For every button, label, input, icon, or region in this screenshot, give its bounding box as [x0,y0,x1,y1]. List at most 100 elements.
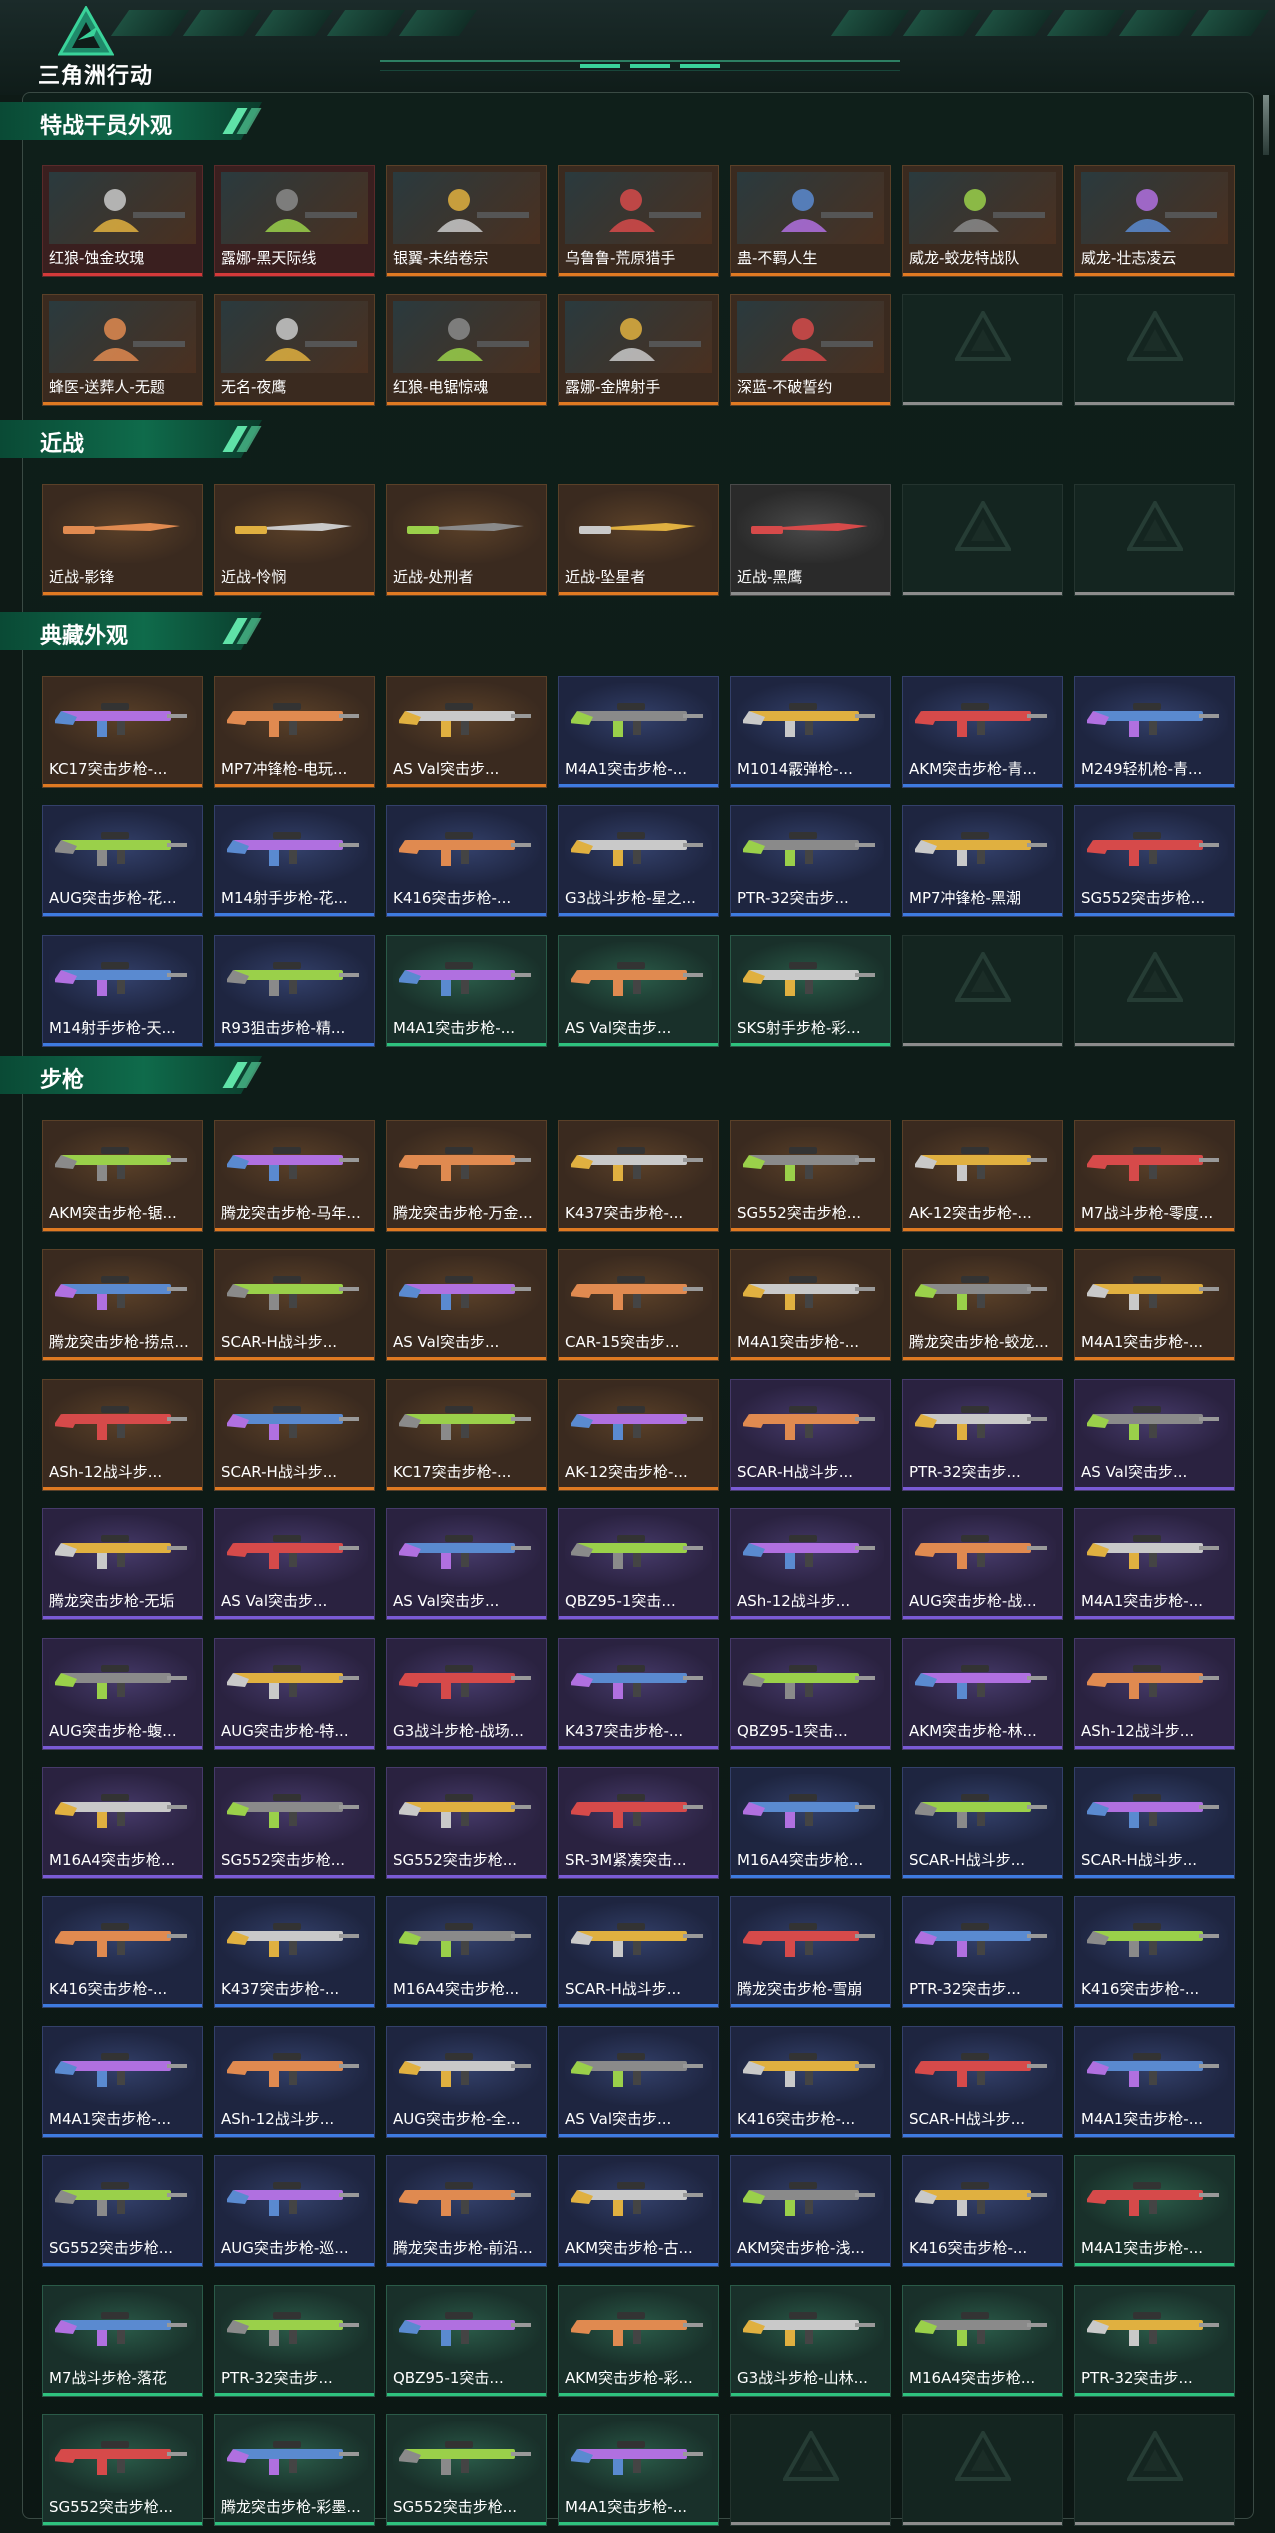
weapon-skin-card[interactable]: M14射手步枪-花... [214,805,375,918]
operator-skin-card[interactable]: 红狼-电锯惊魂 [386,294,547,407]
weapon-skin-card[interactable]: AS Val突击步... [1074,1378,1235,1491]
weapon-skin-card[interactable]: ASh-12战斗步... [1074,1637,1235,1750]
weapon-skin-card[interactable]: QBZ95-1突击... [558,1508,719,1621]
weapon-skin-card[interactable]: AKM突击步枪-锯... [42,1120,203,1232]
weapon-skin-card[interactable]: SG552突击步枪... [1074,805,1235,918]
weapon-skin-card[interactable]: AUG突击步枪-战... [902,1508,1063,1621]
operator-skin-card[interactable]: 红狼-蚀金玫瑰 [42,165,203,277]
weapon-skin-card[interactable]: M16A4突击步枪... [42,1766,203,1879]
scrollbar-thumb[interactable] [1263,95,1269,155]
weapon-skin-card[interactable]: M14射手步枪-天... [42,934,203,1047]
weapon-skin-card[interactable]: AUG突击步枪-巡... [214,2155,375,2268]
weapon-skin-card[interactable]: M4A1突击步枪-... [558,2413,719,2526]
weapon-skin-card[interactable]: PTR-32突击步... [1074,2284,1235,2397]
weapon-skin-card[interactable]: 腾龙突击步枪-雪崩 [730,1896,891,2009]
weapon-skin-card[interactable]: ASh-12战斗步... [730,1508,891,1621]
weapon-skin-card[interactable]: SCAR-H战斗步... [214,1378,375,1491]
weapon-skin-card[interactable]: K416突击步枪-... [902,2155,1063,2268]
weapon-skin-card[interactable]: AS Val突击步... [386,1508,547,1621]
weapon-skin-card[interactable]: M4A1突击步枪-... [1074,1508,1235,1621]
weapon-skin-card[interactable]: SCAR-H战斗步... [558,1896,719,2009]
weapon-skin-card[interactable]: QBZ95-1突击... [730,1637,891,1750]
weapon-skin-card[interactable]: SR-3M紧凑突击... [558,1766,719,1879]
weapon-skin-card[interactable]: 腾龙突击步枪-马年... [214,1120,375,1232]
weapon-skin-card[interactable]: M4A1突击步枪-... [1074,2155,1235,2268]
melee-skin-card[interactable]: 近战-黑鹰 [730,484,891,596]
weapon-skin-card[interactable]: AUG突击步枪-蝮... [42,1637,203,1750]
weapon-skin-card[interactable]: AS Val突击步... [386,1249,547,1362]
weapon-skin-card[interactable]: 腾龙突击步枪-彩墨... [214,2413,375,2526]
weapon-skin-card[interactable]: AKM突击步枪-青... [902,676,1063,788]
operator-skin-card[interactable]: 威龙-蛟龙特战队 [902,165,1063,277]
weapon-skin-card[interactable]: M1014霰弹枪-... [730,676,891,788]
weapon-skin-card[interactable]: K416突击步枪-... [42,1896,203,2009]
operator-skin-card[interactable]: 蜂医-送葬人-无题 [42,294,203,407]
melee-skin-card[interactable]: 近战-影锋 [42,484,203,596]
weapon-skin-card[interactable]: SKS射手步枪-彩... [730,934,891,1047]
weapon-skin-card[interactable]: M7战斗步枪-零度... [1074,1120,1235,1232]
weapon-skin-card[interactable]: AKM突击步枪-林... [902,1637,1063,1750]
weapon-skin-card[interactable]: M249轻机枪-青... [1074,676,1235,788]
weapon-skin-card[interactable]: M7战斗步枪-落花 [42,2284,203,2397]
operator-skin-card[interactable]: 露娜-金牌射手 [558,294,719,407]
weapon-skin-card[interactable]: KC17突击步枪-... [42,676,203,788]
weapon-skin-card[interactable]: SCAR-H战斗步... [1074,1766,1235,1879]
operator-skin-card[interactable]: 乌鲁鲁-荒原猎手 [558,165,719,277]
operator-skin-card[interactable]: 蛊-不羁人生 [730,165,891,277]
weapon-skin-card[interactable]: K437突击步枪-... [214,1896,375,2009]
weapon-skin-card[interactable]: AKM突击步枪-浅... [730,2155,891,2268]
weapon-skin-card[interactable]: ASh-12战斗步... [42,1378,203,1491]
melee-skin-card[interactable]: 近战-坠星者 [558,484,719,596]
weapon-skin-card[interactable]: M4A1突击步枪-... [42,2025,203,2138]
weapon-skin-card[interactable]: SG552突击步枪... [214,1766,375,1879]
weapon-skin-card[interactable]: K416突击步枪-... [386,805,547,918]
weapon-skin-card[interactable]: AUG突击步枪-全... [386,2025,547,2138]
melee-skin-card[interactable]: 近战-处刑者 [386,484,547,596]
weapon-skin-card[interactable]: QBZ95-1突击... [386,2284,547,2397]
weapon-skin-card[interactable]: AKM突击步枪-古... [558,2155,719,2268]
weapon-skin-card[interactable]: CAR-15突击步... [558,1249,719,1362]
weapon-skin-card[interactable]: M4A1突击步枪-... [1074,2025,1235,2138]
weapon-skin-card[interactable]: 腾龙突击步枪-前沿... [386,2155,547,2268]
weapon-skin-card[interactable]: 腾龙突击步枪-蛟龙... [902,1249,1063,1362]
weapon-skin-card[interactable]: SCAR-H战斗步... [214,1249,375,1362]
weapon-skin-card[interactable]: PTR-32突击步... [730,805,891,918]
weapon-skin-card[interactable]: ASh-12战斗步... [214,2025,375,2138]
weapon-skin-card[interactable]: K437突击步枪-... [558,1637,719,1750]
weapon-skin-card[interactable]: K437突击步枪-... [558,1120,719,1232]
weapon-skin-card[interactable]: SG552突击步枪... [386,1766,547,1879]
weapon-skin-card[interactable]: AK-12突击步枪-... [902,1120,1063,1232]
weapon-skin-card[interactable]: PTR-32突击步... [214,2284,375,2397]
operator-skin-card[interactable]: 深蓝-不破誓约 [730,294,891,407]
weapon-skin-card[interactable]: AS Val突击步... [558,934,719,1047]
weapon-skin-card[interactable]: 腾龙突击步枪-捞点... [42,1249,203,1362]
weapon-skin-card[interactable]: 腾龙突击步枪-万金... [386,1120,547,1232]
weapon-skin-card[interactable]: KC17突击步枪-... [386,1378,547,1491]
weapon-skin-card[interactable]: MP7冲锋枪-电玩... [214,676,375,788]
weapon-skin-card[interactable]: M4A1突击步枪-... [730,1249,891,1362]
weapon-skin-card[interactable]: SCAR-H战斗步... [902,1766,1063,1879]
weapon-skin-card[interactable]: 腾龙突击步枪-无垢 [42,1508,203,1621]
weapon-skin-card[interactable]: G3战斗步枪-山林... [730,2284,891,2397]
weapon-skin-card[interactable]: MP7冲锋枪-黑潮 [902,805,1063,918]
weapon-skin-card[interactable]: R93狙击步枪-精... [214,934,375,1047]
weapon-skin-card[interactable]: M4A1突击步枪-... [386,934,547,1047]
weapon-skin-card[interactable]: AS Val突击步... [214,1508,375,1621]
weapon-skin-card[interactable]: AKM突击步枪-彩... [558,2284,719,2397]
weapon-skin-card[interactable]: K416突击步枪-... [730,2025,891,2138]
weapon-skin-card[interactable]: AUG突击步枪-特... [214,1637,375,1750]
operator-skin-card[interactable]: 银翼-未结卷宗 [386,165,547,277]
operator-skin-card[interactable]: 露娜-黑天际线 [214,165,375,277]
weapon-skin-card[interactable]: K416突击步枪-... [1074,1896,1235,2009]
weapon-skin-card[interactable]: SCAR-H战斗步... [730,1378,891,1491]
weapon-skin-card[interactable]: SG552突击步枪... [42,2155,203,2268]
weapon-skin-card[interactable]: PTR-32突击步... [902,1896,1063,2009]
weapon-skin-card[interactable]: PTR-32突击步... [902,1378,1063,1491]
operator-skin-card[interactable]: 威龙-壮志凌云 [1074,165,1235,277]
weapon-skin-card[interactable]: AS Val突击步... [386,676,547,788]
weapon-skin-card[interactable]: AS Val突击步... [558,2025,719,2138]
weapon-skin-card[interactable]: M16A4突击步枪... [902,2284,1063,2397]
weapon-skin-card[interactable]: SG552突击步枪... [42,2413,203,2526]
weapon-skin-card[interactable]: G3战斗步枪-星之... [558,805,719,918]
weapon-skin-card[interactable]: SG552突击步枪... [730,1120,891,1232]
